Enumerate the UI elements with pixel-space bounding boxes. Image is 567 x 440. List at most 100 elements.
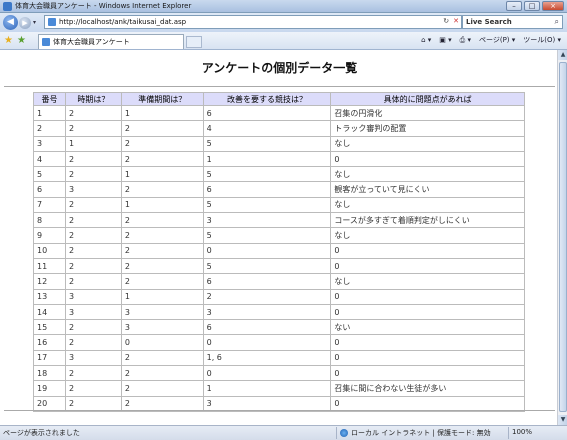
favorites-star-icon[interactable]: ★	[4, 35, 13, 46]
page-content: アンケートの個別データ一覧 番号 時期は？ 準備期間は？ 改善を要する競技は？ …	[2, 50, 557, 425]
cell-issues: 召集に間に合わない生徒が多い	[330, 380, 525, 397]
cell-number: 6	[33, 181, 66, 198]
minimize-button[interactable]: –	[506, 1, 522, 11]
table-row: 3 1 2 5 なし	[33, 135, 525, 152]
cell-prep-period: 2	[120, 181, 204, 198]
header-number: 番号	[33, 92, 66, 106]
security-zone[interactable]: ローカル イントラネット | 保護モード: 無効	[340, 428, 491, 438]
cell-prep-period: 1	[120, 166, 204, 183]
refresh-icon[interactable]: ↻	[443, 17, 449, 25]
tab-title: 体育大会職員アンケート	[53, 38, 130, 46]
table-row: 17 3 2 1, 60	[33, 349, 525, 367]
add-favorites-icon[interactable]: ★	[17, 35, 26, 46]
cell-event: 6	[202, 273, 332, 290]
cell-event: 3	[202, 303, 332, 321]
maximize-button[interactable]: □	[524, 1, 540, 11]
cell-number: 8	[33, 212, 66, 229]
window-controls: – □ ×	[506, 1, 564, 11]
url-tools: ↻ ✕	[443, 17, 459, 25]
cell-timing: 2	[64, 319, 122, 336]
cell-timing: 3	[64, 288, 122, 305]
cell-number: 19	[33, 380, 66, 397]
forward-button[interactable]: ▶	[19, 16, 31, 29]
address-bar: ◀ ▶ ▾ http://localhost/ank/taikusai_dat.…	[0, 13, 567, 32]
cell-event: 0	[202, 242, 332, 259]
cell-number: 10	[33, 242, 66, 259]
cell-event: 2	[202, 288, 332, 305]
cell-issues: なし	[330, 273, 525, 290]
cell-timing: 2	[64, 227, 122, 244]
table-row: 12 2 2 6 なし	[33, 273, 525, 290]
cell-issues: 0	[330, 303, 525, 321]
cell-issues: ない	[330, 319, 525, 336]
search-field[interactable]: Live Search ⌕	[462, 15, 563, 29]
cell-timing: 3	[64, 181, 122, 198]
cell-prep-period: 2	[120, 257, 204, 275]
cell-number: 1	[33, 104, 66, 122]
cell-prep-period: 2	[120, 150, 204, 168]
cell-prep-period: 2	[120, 135, 204, 152]
header-prep-period: 準備期間は？	[120, 92, 204, 106]
url-field[interactable]: http://localhost/ank/taikusai_dat.asp ↻ …	[44, 15, 462, 29]
globe-icon	[340, 429, 348, 437]
cell-timing: 2	[64, 120, 122, 137]
zone-text: ローカル イントラネット | 保護モード: 無効	[351, 429, 491, 437]
cell-issues: なし	[330, 166, 525, 183]
header-event-to-improve: 改善を要する競技は？	[202, 92, 332, 106]
cell-timing: 3	[64, 349, 122, 367]
scroll-up-icon[interactable]: ▲	[558, 50, 567, 60]
status-separator	[508, 427, 509, 439]
tab-active[interactable]: 体育大会職員アンケート	[38, 34, 184, 49]
cell-timing: 2	[64, 334, 122, 351]
status-text: ページが表示されました	[3, 429, 80, 437]
cell-issues: 0	[330, 150, 525, 168]
cell-prep-period: 1	[120, 288, 204, 305]
page-menu-button[interactable]: ページ(P) ▾	[479, 35, 515, 45]
cell-issues: コースが多すぎて着順判定がしにくい	[330, 212, 525, 229]
window-title: 体育大会職員アンケート - Windows Internet Explorer	[15, 2, 192, 10]
stop-icon[interactable]: ✕	[453, 17, 459, 25]
cell-issues: なし	[330, 196, 525, 214]
history-dropdown-icon[interactable]: ▾	[33, 19, 36, 26]
cell-number: 4	[33, 150, 66, 168]
url-text[interactable]: http://localhost/ank/taikusai_dat.asp	[59, 18, 186, 26]
cell-issues: 観客が立っていて見にくい	[330, 181, 525, 198]
cell-number: 17	[33, 349, 66, 367]
new-tab-button[interactable]	[186, 36, 202, 48]
cell-event: 5	[202, 257, 332, 275]
cell-timing: 2	[64, 166, 122, 183]
table-row: 19 2 2 1 召集に間に合わない生徒が多い	[33, 380, 525, 397]
cell-number: 7	[33, 196, 66, 214]
cell-event: 6	[202, 181, 332, 198]
ie-icon	[3, 1, 12, 11]
cell-number: 2	[33, 120, 66, 137]
scroll-down-icon[interactable]: ▼	[558, 415, 567, 425]
cell-event: 5	[202, 135, 332, 152]
divider-top	[4, 86, 555, 87]
search-placeholder: Live Search	[466, 18, 512, 26]
header-specific-issues: 具体的に問題点があれば	[330, 92, 525, 106]
cell-event: 0	[202, 365, 332, 382]
cell-prep-period: 2	[120, 365, 204, 382]
home-button[interactable]: ⌂ ▾	[421, 36, 431, 44]
table-row: 42210	[33, 150, 525, 168]
back-button[interactable]: ◀	[3, 15, 18, 30]
print-button[interactable]: ⎙ ▾	[460, 36, 471, 45]
table-row: 1 2 1 6 召集の円滑化	[33, 104, 525, 122]
cell-prep-period: 1	[120, 104, 204, 122]
cell-issues: 0	[330, 257, 525, 275]
cell-number: 3	[33, 135, 66, 152]
feeds-button[interactable]: ▣ ▾	[439, 36, 451, 44]
cell-issues: 0	[330, 288, 525, 305]
zoom-level[interactable]: 100%	[512, 428, 532, 436]
cell-number: 5	[33, 166, 66, 183]
cell-issues: 召集の円滑化	[330, 104, 525, 122]
close-button[interactable]: ×	[542, 1, 564, 11]
vertical-scrollbar[interactable]: ▲ ▼	[557, 50, 567, 425]
scroll-thumb[interactable]	[559, 62, 567, 412]
cell-number: 14	[33, 303, 66, 321]
cell-number: 15	[33, 319, 66, 336]
cell-prep-period: 2	[120, 380, 204, 397]
tools-menu-button[interactable]: ツール(O) ▾	[523, 35, 561, 45]
search-icon[interactable]: ⌕	[555, 17, 559, 27]
